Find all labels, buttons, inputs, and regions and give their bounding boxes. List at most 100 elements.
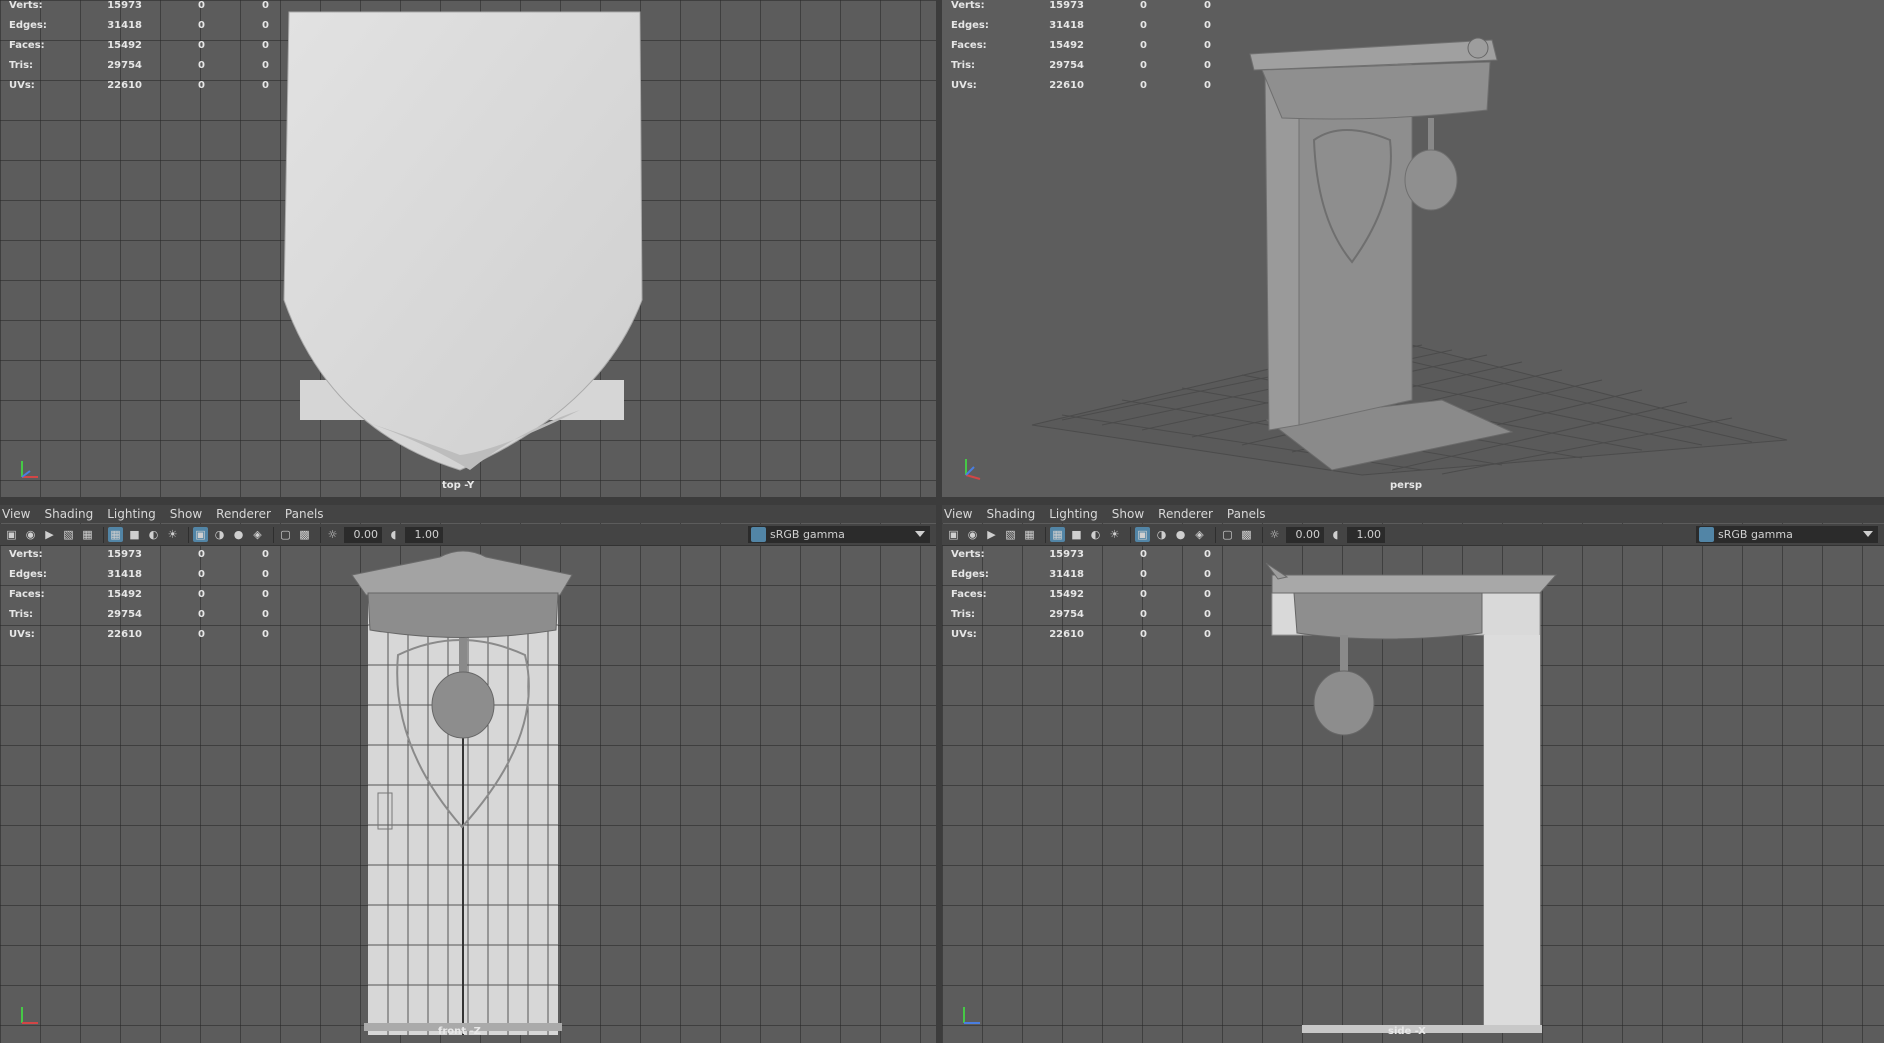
hud-value: 31418 — [107, 569, 142, 580]
cube-shaded-icon[interactable]: ▣ — [193, 527, 208, 542]
hud-value: 0 — [1140, 20, 1147, 31]
gamma-field[interactable] — [1347, 526, 1385, 543]
hud-value: 15492 — [1049, 40, 1084, 51]
poly-count-hud: Verts: 15973 0 0 Edges: 31418 0 0 Faces: 15492 0… — [9, 0, 269, 100]
colorspace-dropdown[interactable]: sRGB gamma — [748, 526, 930, 543]
menu-panels[interactable]: Panels — [285, 507, 324, 521]
hud-value: 15973 — [1049, 549, 1084, 560]
isolate-icon[interactable]: ● — [1173, 527, 1188, 542]
resolution-gate-icon[interactable]: ▢ — [1220, 527, 1235, 542]
hud-value: 0 — [198, 609, 205, 620]
hud-value: 29754 — [107, 609, 142, 620]
grid-icon[interactable]: ▦ — [80, 527, 95, 542]
toolbar-separator — [1215, 526, 1216, 543]
hud-value: 29754 — [1049, 60, 1084, 71]
xray-icon[interactable]: ◑ — [1154, 527, 1169, 542]
menu-shading[interactable]: Shading — [986, 507, 1035, 521]
camera-select-icon[interactable]: ▣ — [4, 527, 19, 542]
menu-view[interactable]: View — [2, 507, 30, 521]
colorspace-dropdown[interactable]: sRGB gamma — [1696, 526, 1878, 543]
textured-icon[interactable]: ◐ — [146, 527, 161, 542]
textured-icon[interactable]: ◐ — [1088, 527, 1103, 542]
viewport-front[interactable]: View Shading Lighting Show Renderer Pane… — [0, 505, 936, 1043]
chevron-down-icon — [1863, 531, 1873, 537]
hud-value: 15973 — [107, 549, 142, 560]
image-plane-icon[interactable]: ▧ — [1003, 527, 1018, 542]
gamma-field[interactable] — [405, 526, 443, 543]
hud-value: 0 — [1140, 80, 1147, 91]
hud-label: Faces: — [951, 589, 987, 600]
pane-divider-horizontal[interactable] — [0, 497, 1884, 505]
hud-value: 0 — [1204, 629, 1211, 640]
camera-select-icon[interactable]: ▣ — [946, 527, 961, 542]
menu-renderer[interactable]: Renderer — [216, 507, 271, 521]
hud-value: 31418 — [107, 20, 142, 31]
poly-count-hud: Verts: 15973 0 0 Edges: 31418 0 0 Faces: 15492 0… — [9, 549, 269, 649]
lights-icon[interactable]: ☀ — [1107, 527, 1122, 542]
menu-renderer[interactable]: Renderer — [1158, 507, 1213, 521]
shadows-icon[interactable]: ◈ — [250, 527, 265, 542]
hud-value: 31418 — [1049, 20, 1084, 31]
resolution-gate-icon[interactable]: ▢ — [278, 527, 293, 542]
menu-show[interactable]: Show — [170, 507, 202, 521]
hud-value: 0 — [1204, 0, 1211, 11]
hud-value: 0 — [262, 0, 269, 11]
gamma-icon[interactable]: ◖ — [386, 527, 401, 542]
hud-value: 0 — [1140, 589, 1147, 600]
hud-value: 29754 — [107, 60, 142, 71]
axis-gizmo-icon — [21, 461, 38, 478]
viewport-side[interactable]: View Shading Lighting Show Renderer Pane… — [942, 505, 1884, 1043]
hud-value: 0 — [1204, 549, 1211, 560]
smooth-shade-icon[interactable]: ■ — [1069, 527, 1084, 542]
toolbar-separator — [1130, 526, 1131, 543]
exposure-field[interactable] — [344, 526, 382, 543]
shadows-icon[interactable]: ◈ — [1192, 527, 1207, 542]
toolbar-separator — [103, 526, 104, 543]
bookmark-icon[interactable]: ▶ — [42, 527, 57, 542]
menu-shading[interactable]: Shading — [44, 507, 93, 521]
hud-value: 22610 — [107, 80, 142, 91]
hud-label: Tris: — [9, 609, 34, 620]
camera-attributes-icon[interactable]: ◉ — [965, 527, 980, 542]
lights-icon[interactable]: ☀ — [165, 527, 180, 542]
isolate-icon[interactable]: ● — [231, 527, 246, 542]
hud-label: Verts: — [951, 0, 985, 11]
grid-icon[interactable]: ▦ — [1022, 527, 1037, 542]
menu-show[interactable]: Show — [1112, 507, 1144, 521]
gate-mask-icon[interactable]: ▩ — [297, 527, 312, 542]
hud-label: Edges: — [951, 20, 989, 31]
cube-shaded-icon[interactable]: ▣ — [1135, 527, 1150, 542]
menu-view[interactable]: View — [944, 507, 972, 521]
hud-value: 0 — [262, 80, 269, 91]
gate-mask-icon[interactable]: ▩ — [1239, 527, 1254, 542]
viewport-persp[interactable]: Verts: 15973 0 0 Edges: 31418 0 0 Faces: 15492 0… — [942, 0, 1884, 497]
hud-label: Verts: — [951, 549, 985, 560]
hud-value: 0 — [1140, 609, 1147, 620]
menu-panels[interactable]: Panels — [1227, 507, 1266, 521]
axis-gizmo-icon — [963, 1007, 980, 1024]
bookmark-icon[interactable]: ▶ — [984, 527, 999, 542]
panel-toolbar: ▣ ◉ ▶ ▧ ▦ ▦ ■ ◐ ☀ ▣ ◑ ● ◈ ▢ ▩ ☼ ◖ sRGB g… — [942, 524, 1884, 546]
chevron-down-icon — [915, 531, 925, 537]
hud-value: 0 — [1140, 60, 1147, 71]
hud-label: Tris: — [9, 60, 34, 71]
wireframe-icon[interactable]: ▦ — [1050, 527, 1065, 542]
smooth-shade-icon[interactable]: ■ — [127, 527, 142, 542]
viewport-top[interactable]: Verts: 15973 0 0 Edges: 31418 0 0 Faces: 15492 0… — [0, 0, 936, 497]
exposure-field[interactable] — [1286, 526, 1324, 543]
hud-value: 0 — [1204, 40, 1211, 51]
menu-lighting[interactable]: Lighting — [107, 507, 156, 521]
hud-label: Faces: — [9, 589, 45, 600]
hud-value: 15492 — [1049, 589, 1084, 600]
wireframe-icon[interactable]: ▦ — [108, 527, 123, 542]
camera-attributes-icon[interactable]: ◉ — [23, 527, 38, 542]
image-plane-icon[interactable]: ▧ — [61, 527, 76, 542]
exposure-icon[interactable]: ☼ — [325, 527, 340, 542]
hud-value: 0 — [198, 60, 205, 71]
panel-toolbar: ▣ ◉ ▶ ▧ ▦ ▦ ■ ◐ ☀ ▣ ◑ ● ◈ ▢ ▩ ☼ ◖ sRGB g… — [0, 524, 936, 546]
menu-lighting[interactable]: Lighting — [1049, 507, 1098, 521]
gamma-icon[interactable]: ◖ — [1328, 527, 1343, 542]
exposure-icon[interactable]: ☼ — [1267, 527, 1282, 542]
camera-label: top -Y — [442, 480, 475, 491]
xray-icon[interactable]: ◑ — [212, 527, 227, 542]
